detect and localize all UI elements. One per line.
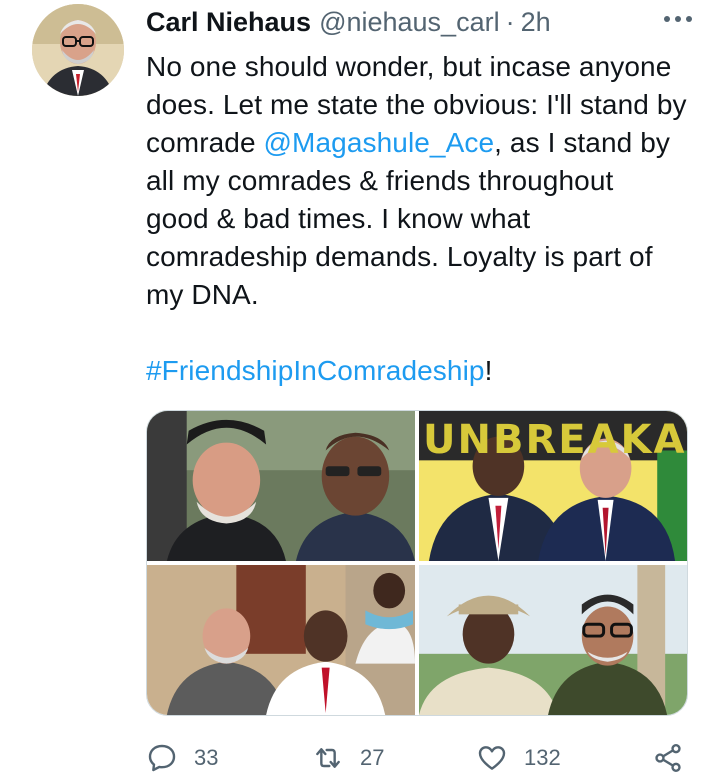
- retweet-count: 27: [360, 745, 385, 770]
- tweet-text-line: all my comrades & friends throughout: [146, 165, 614, 196]
- timestamp[interactable]: 2h: [521, 7, 551, 38]
- reply-button[interactable]: 33: [146, 738, 218, 778]
- tweet-text: No one should wonder, but incase anyone …: [146, 48, 698, 390]
- avatar-image: [32, 4, 124, 96]
- hashtag-suffix: !: [484, 355, 493, 386]
- tweet-text-segment: comrade: [146, 127, 264, 158]
- hashtag-link[interactable]: #FriendshipInComradeship: [146, 355, 485, 386]
- avatar[interactable]: [32, 4, 124, 96]
- author-name[interactable]: Carl Niehaus: [146, 7, 311, 38]
- photo-4[interactable]: [419, 565, 687, 715]
- photo-1-image: [147, 411, 415, 561]
- tweet-header: Carl Niehaus @niehaus_carl · 2h: [146, 4, 696, 40]
- photo-4-image: [419, 565, 687, 715]
- author-handle[interactable]: @niehaus_carl: [319, 7, 500, 38]
- like-button[interactable]: 132: [476, 738, 561, 778]
- share-button[interactable]: [652, 738, 684, 778]
- tweet-text-line: does. Let me state the obvious: I'll sta…: [146, 89, 687, 120]
- separator-dot: ·: [505, 6, 515, 37]
- retweet-button[interactable]: 27: [312, 738, 384, 778]
- media-grid: UNBREAKA: [146, 410, 688, 716]
- retweet-icon: [316, 748, 340, 768]
- reply-count: 33: [194, 745, 219, 770]
- tweet-text-line: my DNA.: [146, 279, 259, 310]
- tweet-actions: 33 27 132: [146, 738, 698, 778]
- share-icon: [655, 744, 681, 772]
- heart-icon: [478, 746, 506, 770]
- mention-link[interactable]: @Magashule_Ace: [264, 127, 495, 158]
- like-count: 132: [524, 745, 561, 770]
- tweet-text-line: No one should wonder, but incase anyone: [146, 51, 672, 82]
- tweet-text-line: comrade @Magashule_Ace, as I stand by: [146, 124, 698, 162]
- tweet-text-line: good & bad times. I know what: [146, 203, 531, 234]
- photo-banner-text: UNBREAKA: [423, 417, 687, 463]
- more-dots-icon[interactable]: [660, 6, 696, 32]
- reply-icon: [148, 744, 176, 772]
- photo-3[interactable]: [147, 565, 415, 715]
- tweet-text-line: comradeship demands. Loyalty is part of: [146, 241, 653, 272]
- photo-3-image: [147, 565, 415, 715]
- tweet-text-segment: , as I stand by: [494, 127, 670, 158]
- hashtag-line: #FriendshipInComradeship!: [146, 352, 698, 390]
- photo-1[interactable]: [147, 411, 415, 561]
- photo-2[interactable]: UNBREAKA: [419, 411, 687, 561]
